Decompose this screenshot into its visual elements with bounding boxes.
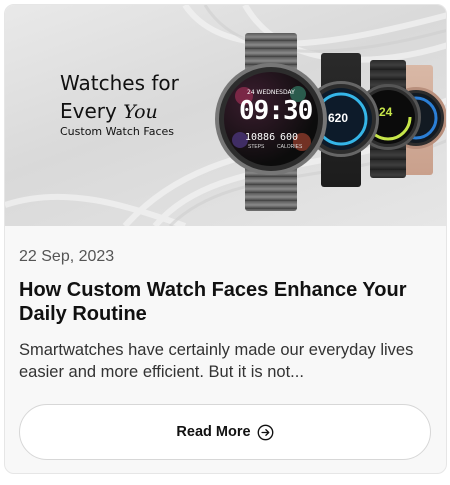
banner-image: Watches for Every You Custom Watch Faces…: [5, 5, 446, 226]
banner-title-script: You: [123, 101, 158, 123]
watch-main-steps: 10886: [245, 132, 276, 143]
banner-title-line2: Every: [60, 99, 124, 123]
post-date: 22 Sep, 2023: [19, 248, 115, 265]
banner-subtitle: Custom Watch Faces: [60, 125, 174, 138]
post-excerpt: Smartwatches have certainly made our eve…: [19, 341, 414, 381]
watch-main-calories-label: CALORIES: [277, 144, 303, 150]
watch-2-value: 620: [328, 111, 349, 125]
watch-main-time: 09:30: [239, 96, 313, 126]
watch-main-calories: 600: [280, 132, 299, 143]
read-more-button[interactable]: Read More: [19, 404, 431, 460]
watch-main-steps-label: STEPS: [248, 144, 265, 150]
arrow-circle-right-icon: [257, 424, 273, 440]
banner-heading: Watches for Every You: [60, 69, 179, 126]
watch-main-date: 24 WEDNESDAY: [247, 89, 295, 96]
post-title[interactable]: How Custom Watch Faces Enhance Your Dail…: [19, 278, 429, 326]
watch-main: 24 WEDNESDAY 09:30 10886 600 STEPS CALOR…: [215, 33, 327, 211]
watch-3-value: 24: [379, 105, 393, 119]
banner-title-line1: Watches for: [60, 71, 179, 95]
blog-card[interactable]: Watches for Every You Custom Watch Faces…: [4, 4, 447, 474]
read-more-label: Read More: [176, 424, 251, 440]
